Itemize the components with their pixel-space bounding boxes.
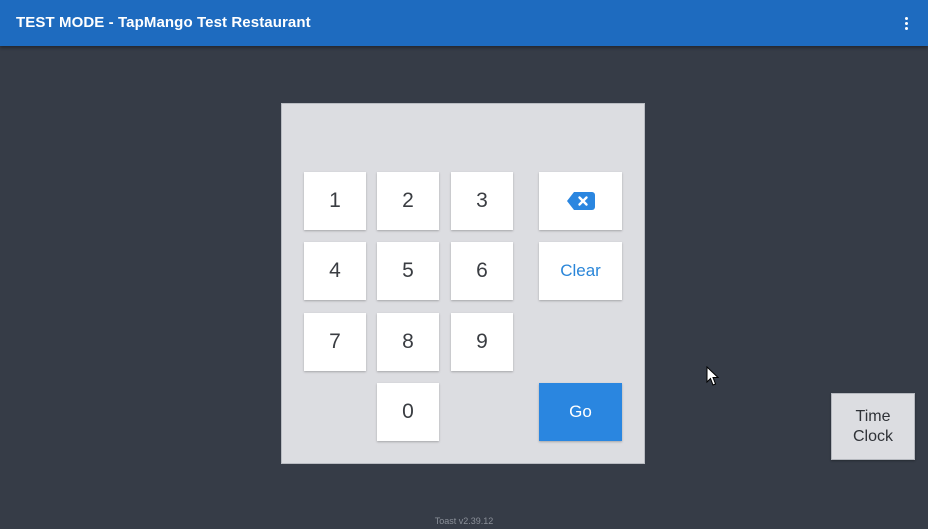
app-bar: TEST MODE - TapMango Test Restaurant [0,0,928,46]
time-clock-label-line1: Time [855,407,891,425]
key-7[interactable]: 7 [304,313,366,371]
key-6[interactable]: 6 [451,242,513,300]
version-label: Toast v2.39.12 [434,516,494,526]
pin-keypad: 1 2 3 4 5 6 Clear 7 8 9 0 Go [281,103,645,464]
backspace-button[interactable] [539,172,622,230]
key-0[interactable]: 0 [377,383,439,441]
clear-button[interactable]: Clear [539,242,622,300]
backspace-icon [566,192,595,210]
more-vert-icon[interactable] [896,13,916,33]
key-4[interactable]: 4 [304,242,366,300]
key-8[interactable]: 8 [377,313,439,371]
key-1[interactable]: 1 [304,172,366,230]
key-5[interactable]: 5 [377,242,439,300]
time-clock-label-line2: Clock [852,427,893,445]
app-title: TEST MODE - TapMango Test Restaurant [16,14,311,31]
time-clock-button[interactable]: Time Clock [831,393,915,460]
go-button[interactable]: Go [539,383,622,441]
key-2[interactable]: 2 [377,172,439,230]
key-9[interactable]: 9 [451,313,513,371]
mouse-pointer-icon [706,366,719,386]
key-3[interactable]: 3 [451,172,513,230]
